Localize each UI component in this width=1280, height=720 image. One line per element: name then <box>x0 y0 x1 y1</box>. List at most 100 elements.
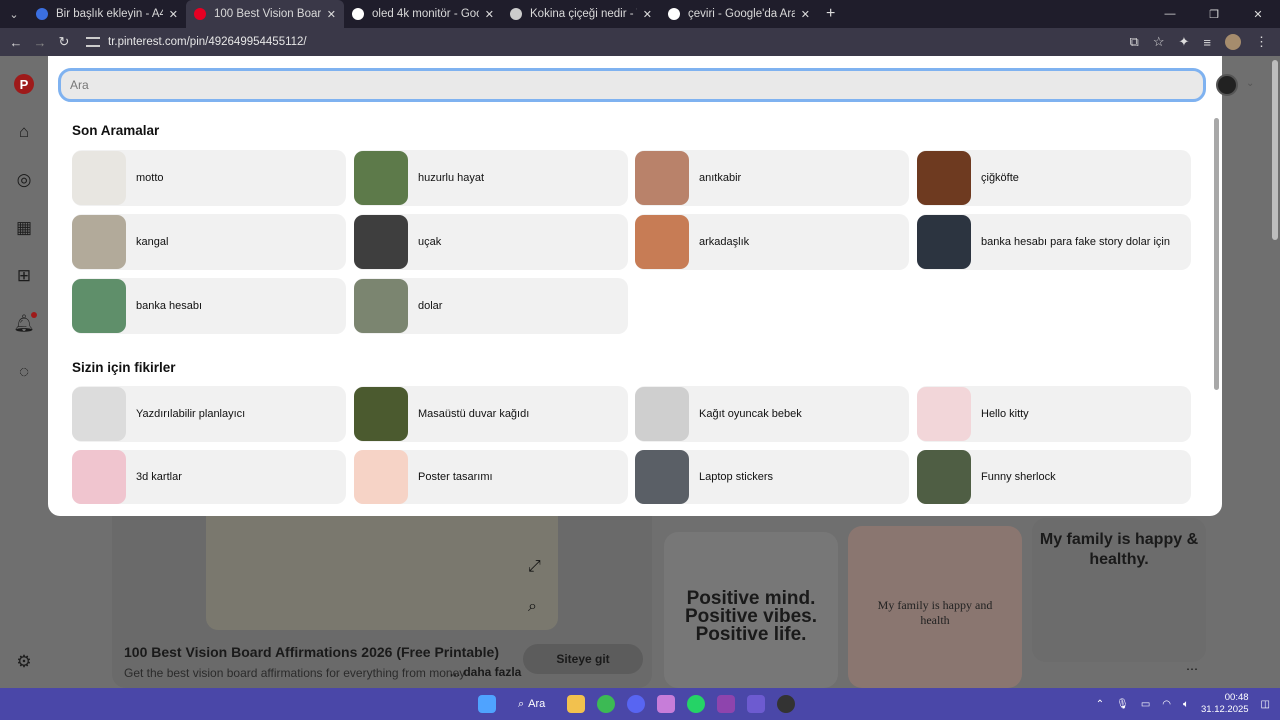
bookmark-star-icon[interactable]: ☆ <box>1153 34 1165 50</box>
recent-search-item[interactable]: huzurlu hayat <box>354 150 628 206</box>
display-icon[interactable]: ▭ <box>1141 699 1150 710</box>
volume-icon[interactable]: 🔈︎ <box>1183 699 1189 710</box>
thumbnail <box>635 387 689 441</box>
tab-search-button[interactable]: ⌄ <box>0 0 28 28</box>
tab-3[interactable]: oled 4k monitör - Google'da Ar ✕ <box>344 0 502 28</box>
file-explorer-icon[interactable] <box>567 695 586 713</box>
item-label: 3d kartlar <box>136 470 182 483</box>
ideas-heading: Sizin için fikirler <box>72 360 176 375</box>
recent-search-item[interactable]: banka hesabı <box>72 278 346 334</box>
idea-item[interactable]: Masaüstü duvar kağıdı <box>354 386 628 442</box>
pin-image[interactable] <box>206 496 558 630</box>
create-icon[interactable]: ⊞ <box>12 264 36 288</box>
tab-title: Bir başlık ekleyin - A4 (Yatay) <box>56 8 163 20</box>
tab-title: çeviri - Google'da Ara <box>688 8 795 20</box>
new-tab-icon[interactable]: + <box>826 5 835 23</box>
dropdown-scrollbar[interactable] <box>1214 118 1219 390</box>
forward-icon[interactable]: → <box>28 35 52 50</box>
recent-search-item[interactable]: dolar <box>354 278 628 334</box>
recent-search-item[interactable]: motto <box>72 150 346 206</box>
close-icon[interactable]: ✕ <box>169 8 178 21</box>
thumbnail <box>917 387 971 441</box>
boards-icon[interactable]: ▦ <box>12 216 36 240</box>
recent-search-item[interactable]: çiğköfte <box>917 150 1191 206</box>
visual-search-icon[interactable]: ⌕ <box>528 598 537 616</box>
idea-item[interactable]: 3d kartlar <box>72 450 346 504</box>
microphone-icon[interactable]: 🎙︎ <box>1116 699 1129 710</box>
install-app-icon[interactable]: ⧉ <box>1130 34 1139 50</box>
home-icon[interactable]: ⌂ <box>12 120 36 144</box>
recent-search-item[interactable]: banka hesabı para fake story dolar için <box>917 214 1191 270</box>
thumbnail <box>917 215 971 269</box>
close-icon[interactable]: ✕ <box>643 8 652 21</box>
chevron-up-icon[interactable]: ⌃ <box>1096 699 1104 710</box>
app-icon[interactable] <box>747 695 766 713</box>
tab-1[interactable]: Bir başlık ekleyin - A4 (Yatay) ✕ <box>28 0 186 28</box>
item-label: motto <box>136 171 164 184</box>
tab-4[interactable]: Kokina çiçeği nedir - TrKayseri ✕ <box>502 0 660 28</box>
user-avatar[interactable] <box>1216 74 1238 96</box>
start-windows-icon[interactable] <box>478 695 496 713</box>
idea-item[interactable]: Poster tasarımı <box>354 450 628 504</box>
item-label: huzurlu hayat <box>418 171 485 184</box>
back-icon[interactable]: ← <box>4 35 28 50</box>
item-label: Laptop stickers <box>699 470 773 483</box>
recent-search-item[interactable]: anıtkabir <box>635 150 909 206</box>
app-icon[interactable] <box>657 695 676 713</box>
explore-icon[interactable]: ◎ <box>12 168 36 192</box>
idea-item[interactable]: Kağıt oyuncak bebek <box>635 386 909 442</box>
minimize-icon[interactable]: — <box>1148 8 1192 20</box>
recent-search-item[interactable]: arkadaşlık <box>635 214 909 270</box>
url-field[interactable]: tr.pinterest.com/pin/492649954455112/ <box>86 31 1130 53</box>
site-info-icon[interactable] <box>86 37 100 47</box>
item-label: Masaüstü duvar kağıdı <box>418 407 530 420</box>
recent-search-item[interactable]: kangal <box>72 214 346 270</box>
wifi-icon[interactable]: ◠ <box>1162 699 1171 710</box>
app-icon[interactable] <box>777 695 796 713</box>
chevron-down-icon[interactable]: ⌄ <box>1246 78 1254 89</box>
close-icon[interactable]: ✕ <box>327 8 336 21</box>
recent-search-item[interactable]: uçak <box>354 214 628 270</box>
read-more-link[interactable]: ... daha fazla <box>450 665 521 679</box>
item-label: uçak <box>418 235 442 248</box>
more-menu-icon[interactable]: ⋮ <box>1255 34 1268 50</box>
taskbar-search[interactable]: ⌕ Ara <box>508 698 555 711</box>
reading-list-icon[interactable]: ≡ <box>1203 35 1211 50</box>
chrome-icon[interactable] <box>597 695 616 713</box>
clock[interactable]: 00:48 31.12.2025 <box>1201 692 1249 716</box>
whatsapp-icon[interactable] <box>687 695 706 713</box>
idea-item[interactable]: Yazdırılabilir planlayıcı <box>72 386 346 442</box>
idea-item[interactable]: Hello kitty <box>917 386 1191 442</box>
more-options-icon[interactable]: ⋯ <box>1186 662 1198 676</box>
notification-icon[interactable]: ◫ <box>1261 699 1270 710</box>
pinterest-logo-icon[interactable]: P <box>12 72 36 96</box>
item-label: banka hesabı para fake story dolar için <box>981 235 1170 248</box>
notifications-bell-icon[interactable]: 🔔︎ <box>12 312 37 336</box>
search-input[interactable] <box>70 78 1203 92</box>
messages-icon[interactable]: ◌ <box>12 360 36 384</box>
search-bar[interactable] <box>58 68 1206 102</box>
settings-gear-icon[interactable]: ⚙ <box>12 650 36 674</box>
close-icon[interactable]: ✕ <box>801 8 810 21</box>
close-window-icon[interactable]: ✕ <box>1236 8 1280 21</box>
expand-icon[interactable]: ⤢ <box>528 558 541 576</box>
tab-5[interactable]: çeviri - Google'da Ara ✕ <box>660 0 818 28</box>
window-controls: — ❐ ✕ <box>1148 0 1280 28</box>
page-scrollbar[interactable] <box>1272 60 1278 240</box>
browser-tab-bar: ⌄ Bir başlık ekleyin - A4 (Yatay) ✕ 100 … <box>0 0 1280 28</box>
discord-icon[interactable] <box>627 695 646 713</box>
restore-icon[interactable]: ❐ <box>1192 8 1236 21</box>
visit-site-button[interactable]: Siteye git <box>523 644 643 674</box>
item-label: arkadaşlık <box>699 235 750 248</box>
tab-2-active[interactable]: 100 Best Vision Board Affirmati ✕ <box>186 0 344 28</box>
close-icon[interactable]: ✕ <box>485 8 494 21</box>
item-label: Kağıt oyuncak bebek <box>699 407 802 420</box>
idea-item[interactable]: Funny sherlock <box>917 450 1191 504</box>
app-icon[interactable] <box>717 695 736 713</box>
extensions-icon[interactable]: ✦ <box>1179 34 1190 50</box>
reload-icon[interactable]: ↻ <box>52 34 76 50</box>
clock-time: 00:48 <box>1224 692 1249 703</box>
profile-avatar[interactable] <box>1225 34 1241 50</box>
item-label: Yazdırılabilir planlayıcı <box>136 407 246 420</box>
idea-item[interactable]: Laptop stickers <box>635 450 909 504</box>
